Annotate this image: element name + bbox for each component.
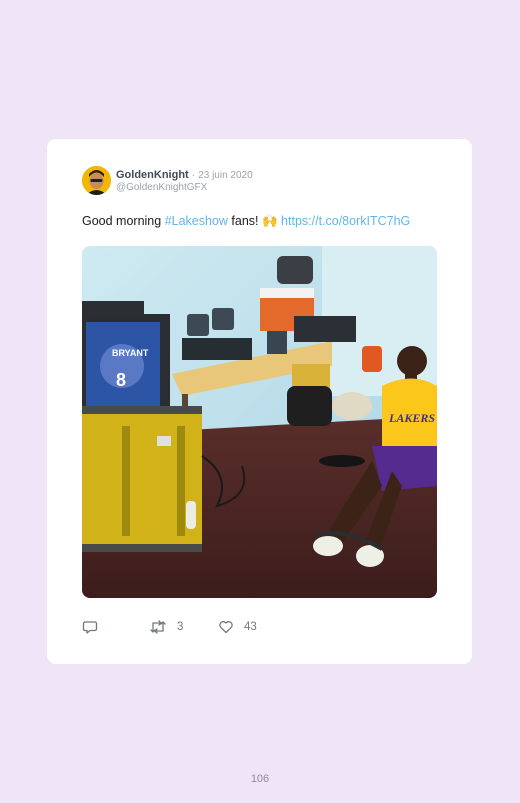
hashtag-link[interactable]: #Lakeshow: [165, 214, 228, 228]
reply-icon[interactable]: [82, 619, 98, 635]
tweet-photo[interactable]: BRYANT 8 LAKERS: [82, 246, 437, 598]
avatar-illustration: [82, 166, 111, 195]
reply-action[interactable]: [82, 619, 98, 635]
separator-dot: ·: [191, 170, 196, 181]
text-prefix: Good morning: [82, 214, 165, 228]
text-middle: fans!: [227, 214, 262, 228]
tweet-text: Good morning #Lakeshow fans! 🙌 https://t…: [82, 213, 410, 229]
author-line: GoldenKnight · 23 juin 2020: [116, 169, 253, 182]
raising-hands-emoji: 🙌: [261, 214, 278, 228]
heart-icon[interactable]: [218, 619, 234, 635]
author-avatar[interactable]: [82, 166, 111, 195]
tweet-url-link[interactable]: https://t.co/8orkITC7hG: [281, 214, 410, 228]
tv-jersey-number: 8: [116, 370, 126, 390]
tweet-date[interactable]: 23 juin 2020: [198, 170, 253, 181]
author-handle[interactable]: @GoldenKnightGFX: [116, 182, 207, 194]
tweet-card: GoldenKnight · 23 juin 2020 @GoldenKnigh…: [47, 139, 472, 664]
locker-room-photo: BRYANT 8 LAKERS: [82, 246, 437, 598]
retweet-count: 3: [177, 621, 184, 633]
tv-jersey-name: BRYANT: [112, 348, 149, 358]
tweet-actions: 3 43: [82, 619, 437, 637]
like-action[interactable]: 43: [218, 619, 257, 635]
page-number: 106: [250, 773, 270, 785]
photo-jersey-text: LAKERS: [388, 411, 435, 425]
retweet-icon[interactable]: [149, 619, 167, 635]
retweet-action[interactable]: 3: [149, 619, 183, 635]
author-name[interactable]: GoldenKnight: [116, 169, 189, 181]
like-count: 43: [244, 621, 257, 633]
